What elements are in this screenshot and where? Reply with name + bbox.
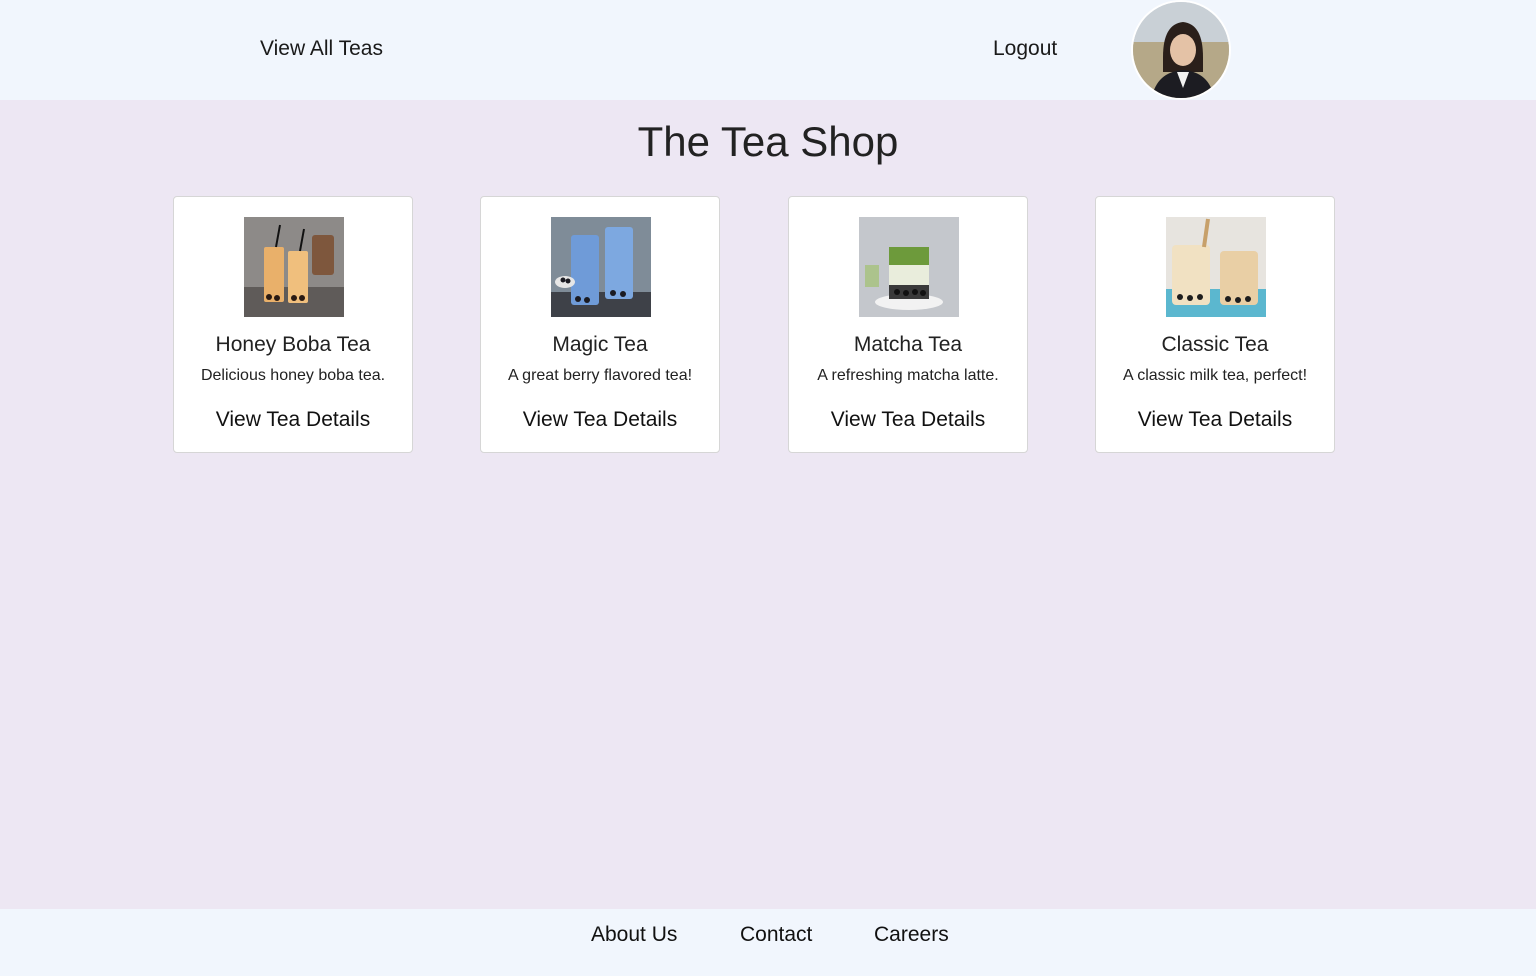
- footer-bar: About Us Contact Careers: [0, 909, 1536, 976]
- about-us-link[interactable]: About Us: [591, 923, 677, 947]
- user-avatar[interactable]: [1131, 0, 1231, 100]
- magic-tea-photo-icon: [551, 217, 651, 317]
- tea-image: [1166, 217, 1266, 317]
- view-tea-details-link[interactable]: View Tea Details: [1096, 408, 1334, 432]
- tea-name: Matcha Tea: [853, 333, 963, 356]
- view-tea-details-link[interactable]: View Tea Details: [174, 408, 412, 432]
- tea-image: [244, 217, 344, 317]
- view-tea-details-link[interactable]: View Tea Details: [481, 408, 719, 432]
- view-tea-details-link[interactable]: View Tea Details: [789, 408, 1027, 432]
- tea-card: Classic Tea A classic milk tea, perfect!…: [1095, 196, 1335, 453]
- tea-name: Honey Boba Tea: [215, 333, 371, 356]
- page-title: The Tea Shop: [637, 118, 899, 165]
- tea-card: Magic Tea A great berry flavored tea! Vi…: [480, 196, 720, 453]
- careers-link[interactable]: Careers: [874, 923, 949, 947]
- avatar-photo-icon: [1133, 2, 1229, 98]
- classic-tea-photo-icon: [1166, 217, 1266, 317]
- top-navigation-bar: View All Teas Logout: [0, 0, 1536, 100]
- tea-description: Delicious honey boba tea.: [200, 367, 386, 384]
- tea-card: Matcha Tea A refreshing matcha latte. Vi…: [788, 196, 1028, 453]
- logout-link[interactable]: Logout: [993, 37, 1057, 61]
- tea-description: A refreshing matcha latte.: [817, 367, 999, 384]
- tea-name: Classic Tea: [1161, 333, 1269, 356]
- contact-link[interactable]: Contact: [740, 923, 812, 947]
- tea-image: [551, 217, 651, 317]
- view-all-teas-link[interactable]: View All Teas: [260, 37, 383, 61]
- tea-card: Honey Boba Tea Delicious honey boba tea.…: [173, 196, 413, 453]
- honey-boba-tea-photo-icon: [244, 217, 344, 317]
- tea-name: Magic Tea: [552, 333, 648, 356]
- matcha-tea-photo-icon: [859, 217, 959, 317]
- tea-description: A great berry flavored tea!: [507, 367, 693, 384]
- tea-image: [859, 217, 959, 317]
- tea-description: A classic milk tea, perfect!: [1122, 367, 1308, 384]
